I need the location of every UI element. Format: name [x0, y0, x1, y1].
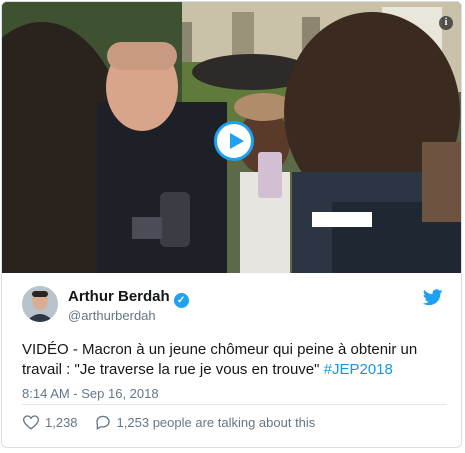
talking-count[interactable]: 1,253 people are talking about this — [117, 415, 316, 430]
divider — [22, 404, 447, 405]
video-thumbnail[interactable]: i — [2, 2, 461, 273]
hashtag-link[interactable]: #JEP2018 — [324, 361, 393, 378]
like-count[interactable]: 1,238 — [45, 415, 78, 430]
tweet-timestamp[interactable]: 8:14 AM - Sep 16, 2018 — [22, 386, 159, 401]
author-handle[interactable]: @arthurberdah — [68, 308, 156, 323]
tweet-embed-card: i Arthur Berdah ✓ @arthurberdah VIDÉO - M… — [1, 1, 462, 448]
tweet-author: Arthur Berdah ✓ @arthurberdah — [2, 273, 461, 329]
twitter-bird-icon[interactable] — [422, 289, 443, 311]
play-icon[interactable] — [214, 121, 254, 161]
tweet-text: VIDÉO - Macron à un jeune chômeur qui pe… — [22, 340, 447, 380]
verified-badge-icon: ✓ — [173, 293, 189, 308]
reply-bubble-icon[interactable] — [94, 413, 112, 431]
avatar[interactable] — [22, 286, 58, 322]
author-name-row[interactable]: Arthur Berdah ✓ — [68, 288, 189, 308]
author-name[interactable]: Arthur Berdah — [68, 288, 170, 305]
info-icon[interactable]: i — [439, 16, 453, 30]
tweet-actions: 1,238 1,253 people are talking about thi… — [22, 413, 315, 431]
heart-icon[interactable] — [22, 413, 40, 431]
